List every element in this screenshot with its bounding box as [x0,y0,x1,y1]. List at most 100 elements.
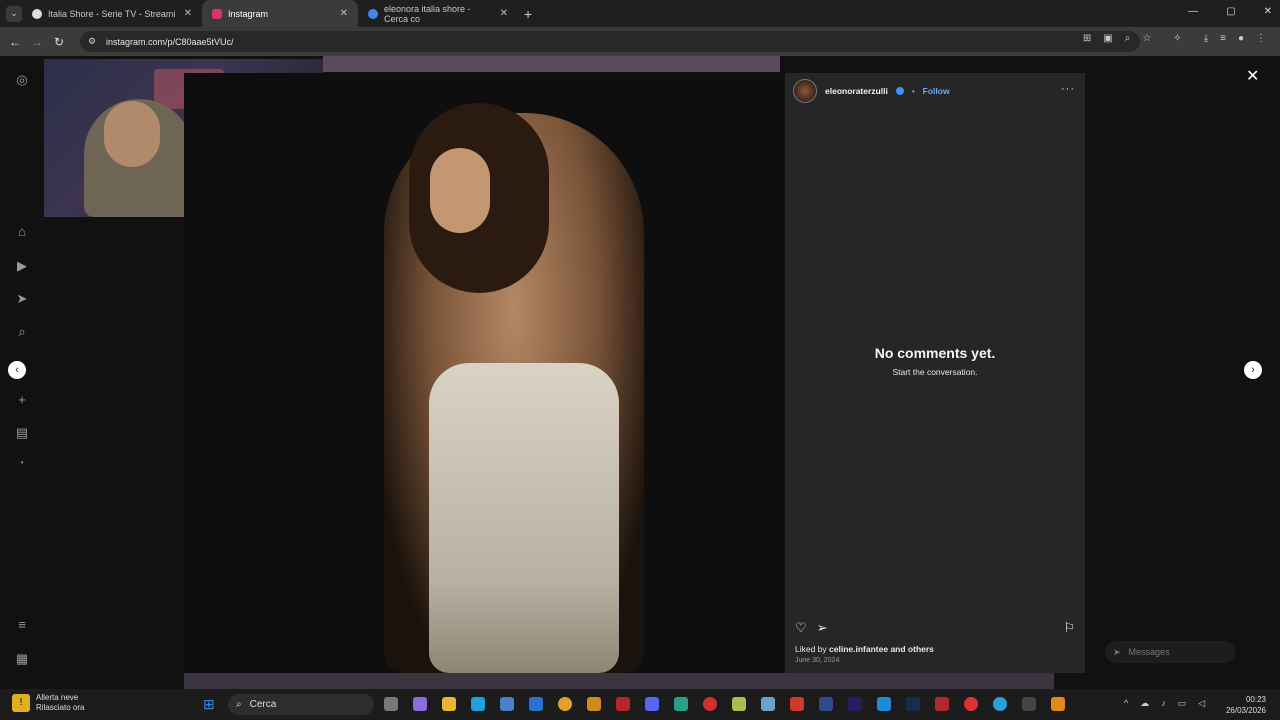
share-icon[interactable]: ➢ [817,620,828,636]
close-icon[interactable]: ✕ [184,8,192,19]
send-icon: ➤ [1113,646,1121,657]
likes-summary: Liked by celine.infantee and others [795,644,934,654]
opera-icon[interactable] [703,697,717,711]
post-image[interactable] [184,73,785,673]
zoom-icon[interactable]: ⌕ [1125,33,1131,44]
tab-italia-shore[interactable]: Italia Shore - Serie TV - Streami ✕ [22,0,202,27]
file-explorer-icon[interactable] [442,697,456,711]
outlook-icon[interactable] [529,697,543,711]
filezilla-icon[interactable] [616,697,630,711]
media-icon[interactable]: ≡ [1220,33,1226,44]
close-window-button[interactable]: ✕ [1264,6,1272,17]
extensions-icon[interactable]: ✧ [1173,33,1181,44]
new-tab-button[interactable]: + [524,6,532,22]
dashboard-icon[interactable]: ▤ [14,425,30,441]
follow-button[interactable]: Follow [923,86,950,96]
reels-icon[interactable]: ▶ [14,258,30,274]
vlc-icon[interactable] [1051,697,1065,711]
username-link[interactable]: eleonoraterzulli [825,86,888,96]
store-icon[interactable] [500,697,514,711]
save-bookmark-icon[interactable]: ⚐ [1063,620,1075,636]
post-date: June 30, 2024 [795,657,840,664]
profile-icon[interactable]: • [14,458,30,474]
avatar[interactable] [793,79,817,103]
home-icon[interactable]: ⌂ [14,224,30,240]
display-icon[interactable]: ▭ [1178,698,1187,709]
discord-icon[interactable] [645,697,659,711]
url-text: instagram.com/p/C80aae5tVUc/ [106,36,234,47]
bookmark-star-icon[interactable]: ☆ [1142,33,1151,44]
vscode-icon[interactable] [877,697,891,711]
back-button[interactable]: ← [4,35,26,49]
post-header: eleonoraterzulli • Follow ··· [785,73,1085,109]
close-icon[interactable]: ✕ [340,8,348,19]
separator-dot: • [911,86,915,96]
profile-avatar[interactable]: ● [1238,33,1244,44]
tab-search-chevron-icon[interactable]: ⌄ [6,5,22,22]
also-from-meta-icon[interactable]: ▦ [14,651,30,667]
site-info-icon[interactable]: ⚙ [88,36,96,47]
address-bar[interactable]: ⚙ instagram.com/p/C80aae5tVUc/ [80,31,1140,52]
recorder-icon[interactable] [964,697,978,711]
search-icon[interactable]: ⌕ [14,324,30,340]
tab-label: eleonora italia shore - Cerca co [384,3,471,24]
streamer-head [104,101,160,167]
taskbar-search[interactable]: ⌕ Cerca [228,694,374,715]
liked-suffix[interactable]: and others [888,644,933,654]
photoshop-icon[interactable] [906,697,920,711]
download-icon[interactable]: ⤓ [1204,33,1208,44]
windows-start-icon[interactable]: ⊞ [203,696,219,712]
clock-date: 26/03/2026 [1225,706,1266,715]
tab-google-search[interactable]: eleonora italia shore - Cerca co ✕ [358,0,518,27]
cloud-icon[interactable]: ☁ [1140,698,1149,709]
windows-taskbar: ! Allerta neve Rilasciato ora ⊞ ⌕ Cerca … [0,689,1280,720]
weather-widget[interactable]: ! Allerta neve Rilasciato ora [12,693,84,713]
close-modal-button[interactable]: ✕ [1246,66,1259,86]
next-post-button[interactable]: › [1244,361,1262,379]
volume-icon[interactable]: ◁ [1198,698,1205,709]
like-heart-icon[interactable]: ♡ [795,620,807,636]
browser-tab-strip: ⌄ Italia Shore - Serie TV - Streami ✕ In… [0,0,1280,27]
google-icon [368,8,378,19]
translate-icon[interactable]: ⊞ [1083,33,1091,44]
chrome-icon[interactable] [558,697,572,711]
start-conversation-text: Start the conversation. [892,367,978,377]
task-view-icon[interactable] [384,697,398,711]
netflix-icon[interactable] [935,697,949,711]
search-icon: ⌕ [236,699,242,710]
copilot-icon[interactable] [413,697,427,711]
tab-instagram[interactable]: Instagram ✕ [202,0,358,27]
messages-button[interactable]: ➤ Messages [1105,641,1235,663]
app-icon[interactable] [674,697,688,711]
photo-dress [429,363,619,673]
toolbar-icons: ⊞ ▣ ⌕ ☆ ✧ ⤓ ≡ ● ⋮ [1083,33,1266,44]
microphone-icon[interactable]: ♪ [1161,698,1166,709]
instagram-logo-icon[interactable]: ◎ [14,72,30,88]
close-icon[interactable]: ✕ [500,8,508,19]
lightroom-icon[interactable] [819,697,833,711]
more-options-icon[interactable]: ··· [1061,83,1075,95]
menu-icon[interactable]: ⋮ [1256,33,1266,44]
app-icon-red[interactable] [790,697,804,711]
minimize-button[interactable]: — [1188,6,1198,17]
premiere-icon[interactable] [848,697,862,711]
liked-user-link[interactable]: celine.infantee [829,644,888,654]
edge-icon[interactable] [471,697,485,711]
notepad-icon[interactable] [732,697,746,711]
install-icon[interactable]: ▣ [1103,33,1112,44]
chevron-up-icon[interactable]: ^ [1124,698,1128,709]
folder-icon[interactable] [587,697,601,711]
create-icon[interactable]: + [14,392,30,408]
clock[interactable]: 00:23 26/03/2026 [1226,694,1266,716]
previous-post-button[interactable]: ‹ [8,361,26,379]
post-actions: ♡ ➢ [795,620,828,636]
send-icon[interactable]: ➤ [14,291,30,307]
more-menu-icon[interactable]: ≡ [14,617,30,633]
maximize-button[interactable]: ▢ [1226,6,1235,17]
terminal-icon[interactable] [1022,697,1036,711]
reload-button[interactable]: ↻ [48,35,70,49]
background-feed-bottom [184,673,1054,689]
forward-button[interactable]: → [26,35,48,49]
editor-icon[interactable] [761,697,775,711]
telegram-icon[interactable] [993,697,1007,711]
